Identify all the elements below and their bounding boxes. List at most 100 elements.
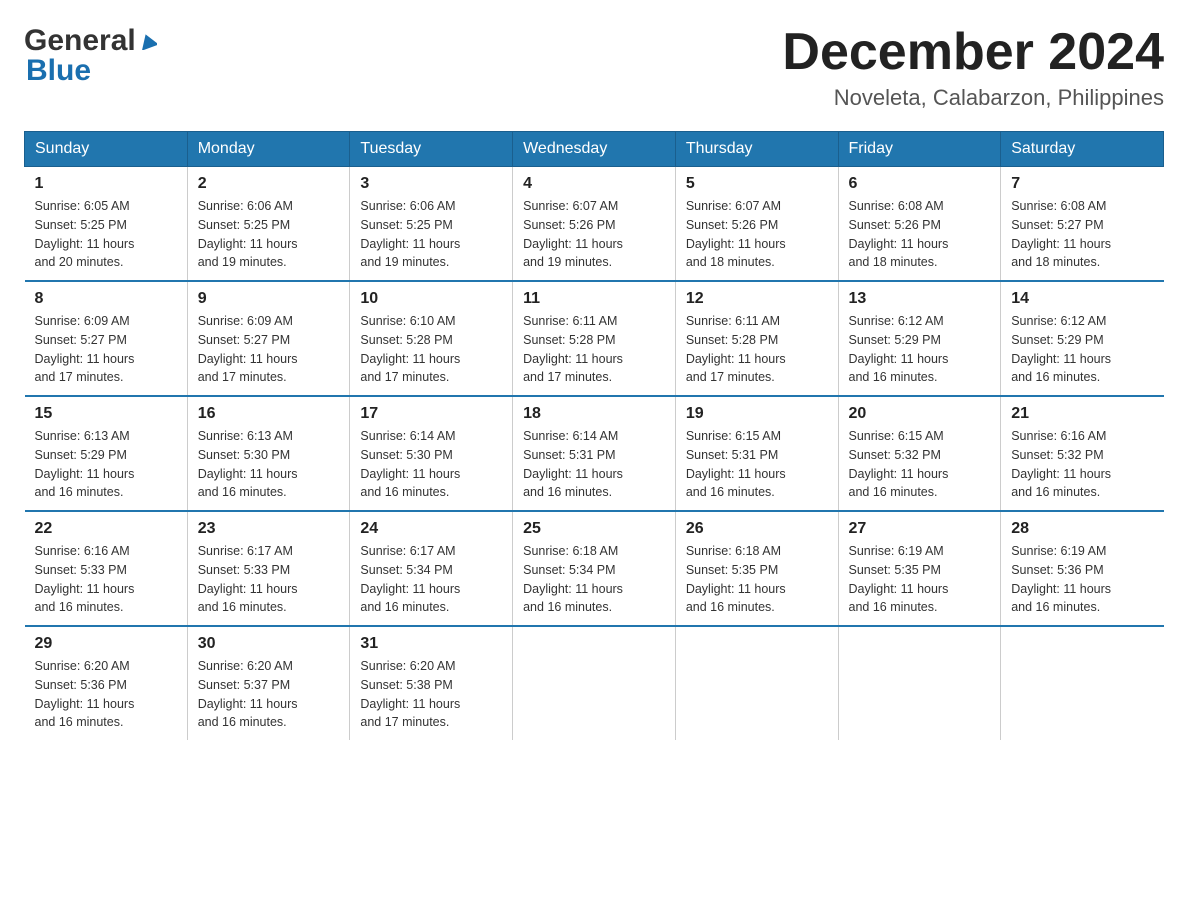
table-row: 5 Sunrise: 6:07 AMSunset: 5:26 PMDaylight… xyxy=(675,167,838,282)
day-info: Sunrise: 6:13 AMSunset: 5:30 PMDaylight:… xyxy=(198,427,340,502)
table-row: 27Sunrise: 6:19 AMSunset: 5:35 PMDayligh… xyxy=(838,511,1001,626)
table-row xyxy=(513,626,676,740)
table-row: 31 Sunrise: 6:20 AMSunset: 5:38 PMDayligh… xyxy=(350,626,513,740)
logo: General Blue xyxy=(24,24,157,88)
table-row: 14 Sunrise: 6:12 AMSunset: 5:29 PMDayligh… xyxy=(1001,281,1164,396)
table-row: 6 Sunrise: 6:08 AMSunset: 5:26 PMDaylight… xyxy=(838,167,1001,282)
table-row: 25Sunrise: 6:18 AMSunset: 5:34 PMDayligh… xyxy=(513,511,676,626)
day-info: Sunrise: 6:08 AMSunset: 5:26 PMDaylight:… xyxy=(849,197,991,272)
day-number: 13 xyxy=(849,290,991,308)
table-row: 26 Sunrise: 6:18 AMSunset: 5:35 PMDayligh… xyxy=(675,511,838,626)
day-info: Sunrise: 6:12 AMSunset: 5:29 PMDaylight:… xyxy=(1011,312,1153,387)
day-info: Sunrise: 6:15 AMSunset: 5:32 PMDaylight:… xyxy=(849,427,991,502)
table-row: 16Sunrise: 6:13 AMSunset: 5:30 PMDayligh… xyxy=(187,396,350,511)
day-info: Sunrise: 6:14 AMSunset: 5:31 PMDaylight:… xyxy=(523,427,665,502)
col-thursday: Thursday xyxy=(675,132,838,167)
table-row: 24Sunrise: 6:17 AMSunset: 5:34 PMDayligh… xyxy=(350,511,513,626)
col-monday: Monday xyxy=(187,132,350,167)
calendar-week-row: 22Sunrise: 6:16 AMSunset: 5:33 PMDayligh… xyxy=(25,511,1164,626)
day-info: Sunrise: 6:13 AMSunset: 5:29 PMDaylight:… xyxy=(35,427,177,502)
day-info: Sunrise: 6:19 AMSunset: 5:36 PMDaylight:… xyxy=(1011,542,1153,617)
table-row: 3Sunrise: 6:06 AMSunset: 5:25 PMDaylight… xyxy=(350,167,513,282)
calendar-week-row: 29 Sunrise: 6:20 AMSunset: 5:36 PMDayligh… xyxy=(25,626,1164,740)
table-row: 20 Sunrise: 6:15 AMSunset: 5:32 PMDayligh… xyxy=(838,396,1001,511)
day-info: Sunrise: 6:06 AMSunset: 5:25 PMDaylight:… xyxy=(198,197,340,272)
day-info: Sunrise: 6:20 AMSunset: 5:38 PMDaylight:… xyxy=(360,657,502,732)
day-number: 26 xyxy=(686,520,828,538)
table-row: 21 Sunrise: 6:16 AMSunset: 5:32 PMDayligh… xyxy=(1001,396,1164,511)
day-number: 15 xyxy=(35,405,177,423)
day-number: 2 xyxy=(198,175,340,193)
day-info: Sunrise: 6:20 AMSunset: 5:36 PMDaylight:… xyxy=(35,657,177,732)
table-row: 22Sunrise: 6:16 AMSunset: 5:33 PMDayligh… xyxy=(25,511,188,626)
table-row: 11 Sunrise: 6:11 AMSunset: 5:28 PMDayligh… xyxy=(513,281,676,396)
day-number: 12 xyxy=(686,290,828,308)
page-header: General Blue December 2024 Noveleta, Cal… xyxy=(24,24,1164,111)
day-info: Sunrise: 6:07 AMSunset: 5:26 PMDaylight:… xyxy=(523,197,665,272)
table-row: 30 Sunrise: 6:20 AMSunset: 5:37 PMDayligh… xyxy=(187,626,350,740)
calendar-week-row: 8Sunrise: 6:09 AMSunset: 5:27 PMDaylight… xyxy=(25,281,1164,396)
day-number: 14 xyxy=(1011,290,1153,308)
month-title: December 2024 xyxy=(782,24,1164,81)
day-number: 31 xyxy=(360,635,502,653)
table-row: 12 Sunrise: 6:11 AMSunset: 5:28 PMDayligh… xyxy=(675,281,838,396)
day-info: Sunrise: 6:08 AMSunset: 5:27 PMDaylight:… xyxy=(1011,197,1153,272)
calendar-week-row: 15 Sunrise: 6:13 AMSunset: 5:29 PMDayligh… xyxy=(25,396,1164,511)
table-row: 15 Sunrise: 6:13 AMSunset: 5:29 PMDayligh… xyxy=(25,396,188,511)
table-row: 19Sunrise: 6:15 AMSunset: 5:31 PMDayligh… xyxy=(675,396,838,511)
location-title: Noveleta, Calabarzon, Philippines xyxy=(782,85,1164,111)
day-info: Sunrise: 6:17 AMSunset: 5:33 PMDaylight:… xyxy=(198,542,340,617)
day-number: 20 xyxy=(849,405,991,423)
day-info: Sunrise: 6:16 AMSunset: 5:33 PMDaylight:… xyxy=(35,542,177,617)
day-number: 7 xyxy=(1011,175,1153,193)
day-number: 9 xyxy=(198,290,340,308)
logo-general-text: General xyxy=(24,24,136,58)
table-row: 2 Sunrise: 6:06 AMSunset: 5:25 PMDaylight… xyxy=(187,167,350,282)
table-row: 9Sunrise: 6:09 AMSunset: 5:27 PMDaylight… xyxy=(187,281,350,396)
day-number: 17 xyxy=(360,405,502,423)
day-info: Sunrise: 6:07 AMSunset: 5:26 PMDaylight:… xyxy=(686,197,828,272)
logo-blue-text: Blue xyxy=(24,54,91,88)
day-number: 5 xyxy=(686,175,828,193)
day-info: Sunrise: 6:10 AMSunset: 5:28 PMDaylight:… xyxy=(360,312,502,387)
day-number: 30 xyxy=(198,635,340,653)
table-row xyxy=(675,626,838,740)
day-number: 21 xyxy=(1011,405,1153,423)
day-number: 4 xyxy=(523,175,665,193)
day-info: Sunrise: 6:11 AMSunset: 5:28 PMDaylight:… xyxy=(686,312,828,387)
calendar-table: Sunday Monday Tuesday Wednesday Thursday… xyxy=(24,131,1164,740)
day-info: Sunrise: 6:11 AMSunset: 5:28 PMDaylight:… xyxy=(523,312,665,387)
day-info: Sunrise: 6:19 AMSunset: 5:35 PMDaylight:… xyxy=(849,542,991,617)
col-friday: Friday xyxy=(838,132,1001,167)
calendar-header-row: Sunday Monday Tuesday Wednesday Thursday… xyxy=(25,132,1164,167)
col-tuesday: Tuesday xyxy=(350,132,513,167)
table-row: 29 Sunrise: 6:20 AMSunset: 5:36 PMDayligh… xyxy=(25,626,188,740)
table-row: 13 Sunrise: 6:12 AMSunset: 5:29 PMDayligh… xyxy=(838,281,1001,396)
day-number: 11 xyxy=(523,290,665,308)
day-number: 8 xyxy=(35,290,177,308)
table-row: 23Sunrise: 6:17 AMSunset: 5:33 PMDayligh… xyxy=(187,511,350,626)
col-wednesday: Wednesday xyxy=(513,132,676,167)
day-number: 18 xyxy=(523,405,665,423)
logo-triangle-icon xyxy=(139,32,157,55)
table-row xyxy=(1001,626,1164,740)
table-row: 8Sunrise: 6:09 AMSunset: 5:27 PMDaylight… xyxy=(25,281,188,396)
day-number: 6 xyxy=(849,175,991,193)
day-info: Sunrise: 6:20 AMSunset: 5:37 PMDaylight:… xyxy=(198,657,340,732)
day-info: Sunrise: 6:12 AMSunset: 5:29 PMDaylight:… xyxy=(849,312,991,387)
table-row: 17 Sunrise: 6:14 AMSunset: 5:30 PMDayligh… xyxy=(350,396,513,511)
table-row xyxy=(838,626,1001,740)
table-row: 7 Sunrise: 6:08 AMSunset: 5:27 PMDaylight… xyxy=(1001,167,1164,282)
day-number: 29 xyxy=(35,635,177,653)
day-number: 3 xyxy=(360,175,502,193)
day-info: Sunrise: 6:16 AMSunset: 5:32 PMDaylight:… xyxy=(1011,427,1153,502)
title-block: December 2024 Noveleta, Calabarzon, Phil… xyxy=(782,24,1164,111)
day-info: Sunrise: 6:18 AMSunset: 5:35 PMDaylight:… xyxy=(686,542,828,617)
col-sunday: Sunday xyxy=(25,132,188,167)
day-info: Sunrise: 6:17 AMSunset: 5:34 PMDaylight:… xyxy=(360,542,502,617)
table-row: 18 Sunrise: 6:14 AMSunset: 5:31 PMDayligh… xyxy=(513,396,676,511)
day-info: Sunrise: 6:14 AMSunset: 5:30 PMDaylight:… xyxy=(360,427,502,502)
day-info: Sunrise: 6:18 AMSunset: 5:34 PMDaylight:… xyxy=(523,542,665,617)
table-row: 28 Sunrise: 6:19 AMSunset: 5:36 PMDayligh… xyxy=(1001,511,1164,626)
day-number: 28 xyxy=(1011,520,1153,538)
